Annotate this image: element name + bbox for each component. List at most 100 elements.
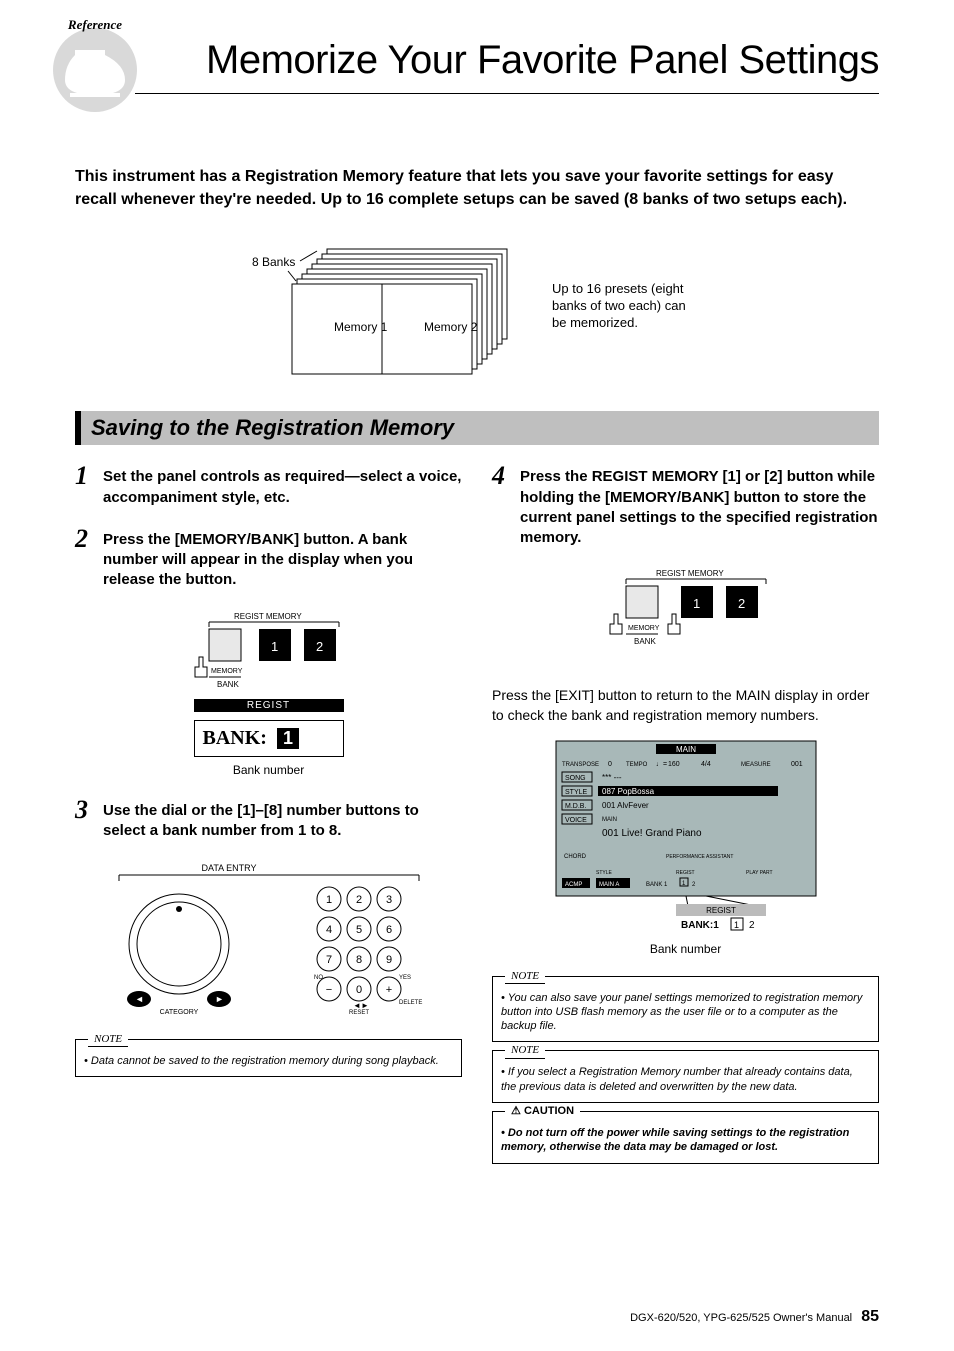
svg-text:2: 2 — [749, 920, 755, 931]
page-number: 85 — [861, 1308, 879, 1325]
svg-text:MEMORY: MEMORY — [211, 668, 243, 675]
svg-text:►: ► — [361, 1001, 369, 1010]
note-text: You can also save your panel settings me… — [501, 991, 870, 1034]
svg-text:2: 2 — [316, 639, 323, 654]
svg-text:PLAY PART: PLAY PART — [746, 870, 773, 876]
svg-text:4/4: 4/4 — [701, 761, 711, 768]
svg-text:YES: YES — [399, 975, 411, 981]
step-text: Press the [MEMORY/BANK] button. A bank n… — [103, 526, 462, 591]
title-rule — [135, 93, 879, 94]
step-text: Set the panel controls as required—selec… — [103, 463, 462, 508]
svg-text:M.D.B.: M.D.B. — [565, 803, 586, 810]
svg-text:BANK 1: BANK 1 — [646, 882, 668, 888]
main-display-caption: Bank number — [492, 942, 879, 956]
note-text: If you select a Registration Memory numb… — [501, 1065, 870, 1094]
step-3: 3 Use the dial or the [1]–[8] number but… — [75, 797, 462, 842]
svg-text:CHORD: CHORD — [564, 854, 587, 860]
page-title: Memorize Your Favorite Panel Settings — [75, 20, 879, 83]
svg-text:6: 6 — [385, 924, 391, 936]
step-text: Use the dial or the [1]–[8] number butto… — [103, 797, 462, 842]
svg-text:DATA ENTRY: DATA ENTRY — [201, 863, 256, 873]
svg-text:NO: NO — [314, 975, 323, 981]
svg-text:REGIST: REGIST — [676, 870, 695, 876]
footer-text: DGX-620/520, YPG-625/525 Owner's Manual — [630, 1312, 852, 1324]
step-text: Press the REGIST MEMORY [1] or [2] butto… — [520, 463, 879, 548]
data-entry-figure: DATA ENTRY ◄ ► CATEGORY 1 2 3 — [75, 859, 462, 1019]
svg-text:CATEGORY: CATEGORY — [159, 1009, 198, 1016]
main-display-figure: MAIN TRANSPOSE 0 TEMPO ♩=160 4/4 MEASURE… — [492, 736, 879, 956]
data-entry-icon: DATA ENTRY ◄ ► CATEGORY 1 2 3 — [109, 859, 429, 1019]
svg-text:Memory 1: Memory 1 — [334, 320, 388, 334]
svg-text:1: 1 — [693, 596, 700, 611]
left-column: 1 Set the panel controls as required—sel… — [75, 463, 462, 1171]
svg-text:2: 2 — [738, 596, 745, 611]
regist-panel-figure: REGIST MEMORY 1 2 MEMORY BANK REGIST BA — [75, 609, 462, 777]
svg-text:160: 160 — [668, 761, 680, 768]
svg-text:BANK: BANK — [217, 680, 239, 689]
svg-text:9: 9 — [385, 954, 391, 966]
intro-paragraph: This instrument has a Registration Memor… — [75, 165, 879, 211]
note-box-3: NOTE If you select a Registration Memory… — [492, 1050, 879, 1103]
svg-text:MEMORY: MEMORY — [628, 625, 660, 632]
step-number: 1 — [75, 463, 95, 508]
svg-text:−: − — [325, 984, 331, 996]
svg-text:1: 1 — [734, 920, 739, 930]
svg-text:*** ---: *** --- — [602, 773, 622, 782]
svg-text:4: 4 — [325, 924, 331, 936]
note-label: NOTE — [505, 1043, 545, 1058]
page-header: Reference Memorize Your Favorite Panel S… — [75, 20, 879, 140]
svg-text:REGIST MEMORY: REGIST MEMORY — [656, 569, 724, 578]
exit-instruction: Press the [EXIT] button to return to the… — [492, 686, 879, 725]
note-box-2: NOTE You can also save your panel settin… — [492, 976, 879, 1043]
right-column: 4 Press the REGIST MEMORY [1] or [2] but… — [492, 463, 879, 1171]
svg-text:Memory 2: Memory 2 — [424, 320, 478, 334]
svg-text:SONG: SONG — [565, 775, 586, 782]
step-2: 2 Press the [MEMORY/BANK] button. A bank… — [75, 526, 462, 591]
regist-panel-figure-2: REGIST MEMORY 1 2 MEMORY BANK — [492, 566, 879, 666]
svg-text:1: 1 — [325, 894, 331, 906]
warning-icon: ⚠ — [511, 1105, 521, 1117]
note-text: Data cannot be saved to the registration… — [84, 1054, 453, 1068]
step-number: 4 — [492, 463, 512, 548]
svg-text:DELETE: DELETE — [399, 1000, 422, 1006]
svg-text:REGIST MEMORY: REGIST MEMORY — [234, 612, 302, 621]
svg-text:TEMPO: TEMPO — [626, 762, 648, 768]
banks-diagram: Memory 1 Memory 2 8 Banks Up to 16 prese… — [75, 231, 879, 381]
step-number: 3 — [75, 797, 95, 842]
svg-text:PERFORMANCE ASSISTANT: PERFORMANCE ASSISTANT — [666, 854, 733, 860]
svg-text:MAIN: MAIN — [602, 817, 617, 823]
svg-text:♩=: ♩= — [656, 761, 667, 768]
svg-text:MAIN: MAIN — [676, 745, 696, 754]
step-1: 1 Set the panel controls as required—sel… — [75, 463, 462, 508]
bank-display-box: BANK: 1 — [194, 720, 344, 757]
svg-text:ACMP: ACMP — [565, 882, 582, 888]
note-label: NOTE — [88, 1032, 128, 1047]
svg-text:STYLE: STYLE — [596, 870, 613, 876]
svg-text:+: + — [385, 984, 391, 996]
note-label: NOTE — [505, 969, 545, 984]
svg-text:RESET: RESET — [348, 1010, 368, 1016]
svg-text:TRANSPOSE: TRANSPOSE — [562, 762, 599, 768]
bank-caption: Bank number — [75, 763, 462, 777]
svg-text:3: 3 — [385, 894, 391, 906]
svg-text:VOICE: VOICE — [565, 817, 587, 824]
svg-text:REGIST: REGIST — [706, 906, 736, 915]
svg-text:0: 0 — [608, 761, 612, 768]
svg-text:Reference: Reference — [67, 17, 122, 32]
section-heading: Saving to the Registration Memory — [75, 411, 879, 445]
caution-box: ⚠ CAUTION Do not turn off the power whil… — [492, 1111, 879, 1164]
banks-caption: Up to 16 presets (eight banks of two eac… — [552, 281, 702, 332]
lcd-main-display-icon: MAIN TRANSPOSE 0 TEMPO ♩=160 4/4 MEASURE… — [546, 736, 826, 936]
svg-text:MEASURE: MEASURE — [741, 762, 771, 768]
svg-text:0: 0 — [355, 984, 361, 996]
svg-text:STYLE: STYLE — [565, 789, 588, 796]
svg-text:BANK:1: BANK:1 — [681, 920, 719, 931]
svg-text:7: 7 — [325, 954, 331, 966]
svg-text:8 Banks: 8 Banks — [252, 255, 295, 269]
svg-text:1: 1 — [271, 639, 278, 654]
svg-text:BANK: BANK — [634, 637, 656, 646]
bank-label: BANK: — [203, 727, 267, 750]
svg-text:8: 8 — [355, 954, 361, 966]
page-footer: DGX-620/520, YPG-625/525 Owner's Manual … — [630, 1308, 879, 1326]
step-4: 4 Press the REGIST MEMORY [1] or [2] but… — [492, 463, 879, 548]
